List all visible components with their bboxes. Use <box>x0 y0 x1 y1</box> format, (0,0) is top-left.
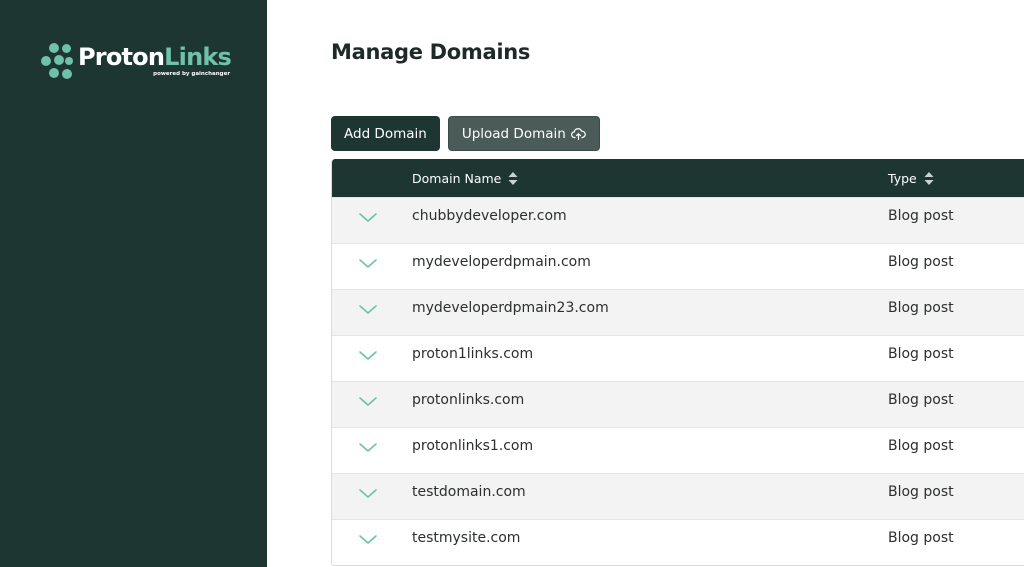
domain-name-cell: protonlinks.com <box>412 392 525 408</box>
table-row: protonlinks.com Blog post <box>332 381 1024 427</box>
table-row: protonlinks1.com Blog post <box>332 427 1024 473</box>
chevron-down-icon[interactable] <box>358 256 378 270</box>
domain-name-cell: protonlinks1.com <box>412 438 534 454</box>
column-header-domain-name-label: Domain Name <box>412 170 502 186</box>
add-domain-button[interactable]: Add Domain <box>331 116 440 151</box>
domain-name-cell: mydeveloperdpmain.com <box>412 254 591 270</box>
domain-type-cell: Blog post <box>888 484 954 500</box>
chevron-down-icon[interactable] <box>358 440 378 454</box>
table-row: mydeveloperdpmain23.com Blog post <box>332 289 1024 335</box>
chevron-down-icon[interactable] <box>358 210 378 224</box>
brand-name-part1: Proton <box>78 43 165 71</box>
domain-type-cell: Blog post <box>888 254 954 270</box>
logo-dots-icon <box>40 42 76 80</box>
cloud-upload-icon <box>570 127 586 140</box>
upload-domain-button[interactable]: Upload Domain <box>447 116 600 151</box>
toolbar: Add Domain Upload Domain <box>331 116 600 151</box>
domain-type-cell: Blog post <box>888 208 954 224</box>
table-row: chubbydeveloper.com Blog post <box>332 197 1024 243</box>
sort-icon <box>508 171 518 185</box>
brand-tagline: powered by gainchanger <box>153 71 231 77</box>
chevron-down-icon[interactable] <box>358 486 378 500</box>
upload-domain-label: Upload Domain <box>461 125 566 142</box>
chevron-down-icon[interactable] <box>358 532 378 546</box>
brand-name: ProtonLinks <box>78 42 232 72</box>
domain-name-cell: chubbydeveloper.com <box>412 208 567 224</box>
domain-name-cell: proton1links.com <box>412 346 534 362</box>
page-title: Manage Domains <box>331 40 531 64</box>
table-row: testmysite.com Blog post <box>332 519 1024 565</box>
column-header-domain-name[interactable]: Domain Name <box>412 159 518 197</box>
domain-type-cell: Blog post <box>888 530 954 546</box>
domains-table: Domain Name Type chubbydeveloper.com Blo… <box>331 159 1024 566</box>
app-root: ProtonLinks powered by gainchanger Manag… <box>0 0 1024 567</box>
table-row: proton1links.com Blog post <box>332 335 1024 381</box>
chevron-down-icon[interactable] <box>358 302 378 316</box>
sort-icon <box>924 171 934 185</box>
table-row: testdomain.com Blog post <box>332 473 1024 519</box>
add-domain-label: Add Domain <box>344 125 427 142</box>
domain-type-cell: Blog post <box>888 392 954 408</box>
table-row: mydeveloperdpmain.com Blog post <box>332 243 1024 289</box>
domain-name-cell: mydeveloperdpmain23.com <box>412 300 609 316</box>
column-header-type[interactable]: Type <box>888 159 934 197</box>
domain-type-cell: Blog post <box>888 346 954 362</box>
main-content: Manage Domains Add Domain Upload Domain … <box>331 0 1024 567</box>
domain-type-cell: Blog post <box>888 438 954 454</box>
column-header-type-label: Type <box>888 170 917 186</box>
chevron-down-icon[interactable] <box>358 394 378 408</box>
chevron-down-icon[interactable] <box>358 348 378 362</box>
brand-logo[interactable]: ProtonLinks powered by gainchanger <box>40 42 232 80</box>
domain-name-cell: testdomain.com <box>412 484 526 500</box>
domain-type-cell: Blog post <box>888 300 954 316</box>
table-header: Domain Name Type <box>332 159 1024 197</box>
brand-name-part2: Links <box>164 43 232 71</box>
domain-name-cell: testmysite.com <box>412 530 521 546</box>
sidebar: ProtonLinks powered by gainchanger <box>0 0 267 567</box>
